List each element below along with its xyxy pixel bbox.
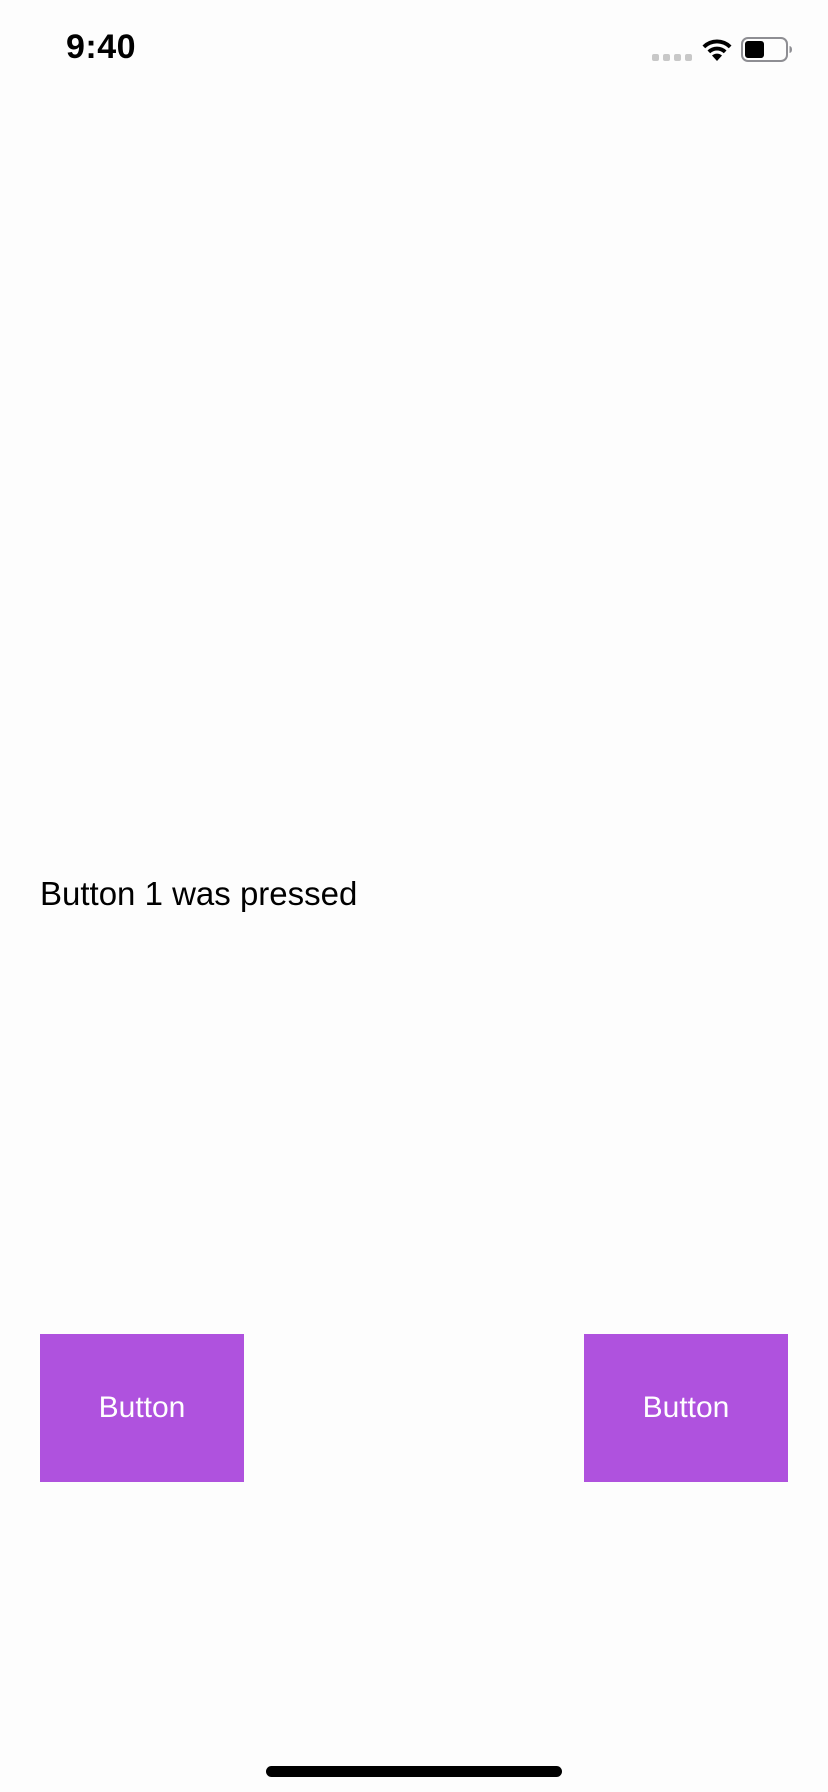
wifi-icon — [702, 39, 732, 61]
app-screen: 9:40 Button 1 was pressed Button Button — [0, 0, 828, 1792]
cellular-signal-icon — [652, 54, 692, 61]
button-1[interactable]: Button — [40, 1334, 244, 1482]
status-bar: 9:40 — [0, 0, 828, 100]
battery-icon — [741, 37, 792, 62]
status-time: 9:40 — [66, 28, 137, 66]
status-message: Button 1 was pressed — [40, 875, 358, 912]
home-indicator[interactable] — [266, 1766, 562, 1777]
button-2[interactable]: Button — [584, 1334, 788, 1482]
